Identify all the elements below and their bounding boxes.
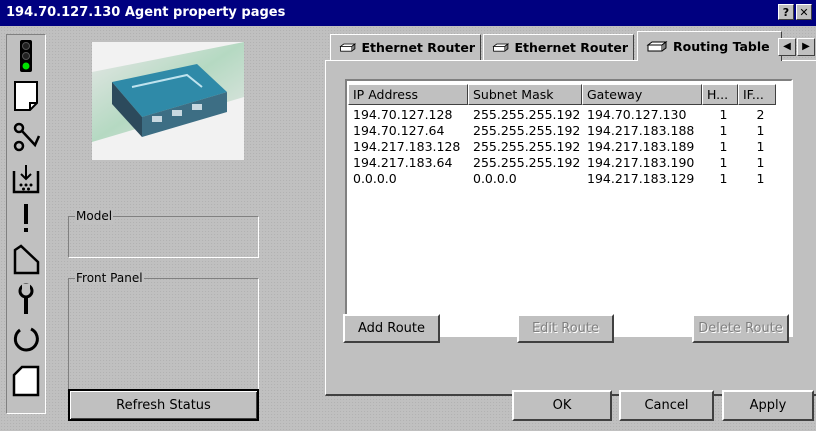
ok-label: OK bbox=[552, 398, 572, 413]
table-row[interactable]: 194.217.183.128 255.255.255.192 194.217.18… bbox=[350, 139, 778, 155]
column-header-gateway[interactable]: Gateway bbox=[582, 84, 702, 105]
sidebar-toolbar bbox=[6, 34, 46, 414]
tab-label: Ethernet Router bbox=[514, 40, 629, 55]
cancel-label: Cancel bbox=[644, 398, 689, 413]
table-cell: 194.217.183.64 bbox=[353, 155, 453, 170]
table-cell: 194.217.183.129 bbox=[587, 171, 695, 186]
edit-route-label: Edit Route bbox=[531, 321, 600, 336]
table-cell: 194.217.183.190 bbox=[587, 155, 695, 170]
table-cell: 194.70.127.130 bbox=[587, 107, 687, 122]
table-cell: 194.217.183.128 bbox=[353, 139, 461, 154]
table-cell: 1 bbox=[756, 123, 765, 138]
table-cell: 1 bbox=[756, 171, 765, 186]
close-button[interactable]: ✕ bbox=[796, 4, 812, 20]
table-row[interactable]: 194.70.127.128 255.255.255.192 194.70.127.… bbox=[350, 107, 778, 123]
ring-network-icon[interactable] bbox=[10, 118, 42, 156]
table-cell: 0.0.0.0 bbox=[353, 171, 397, 186]
routing-table-list[interactable]: IP Address Subnet Mask Gateway H... IF..… bbox=[345, 79, 793, 337]
model-group-label: Model bbox=[75, 209, 114, 223]
apply-button[interactable]: Apply bbox=[722, 390, 814, 421]
corner-shape-icon[interactable] bbox=[10, 240, 42, 278]
ok-button[interactable]: OK bbox=[512, 390, 612, 421]
refresh-status-label: Refresh Status bbox=[116, 397, 211, 413]
edit-route-button[interactable]: Edit Route bbox=[517, 314, 614, 343]
delete-route-label: Delete Route bbox=[698, 321, 783, 336]
circular-arrow-icon[interactable] bbox=[10, 321, 42, 359]
table-row[interactable]: 194.217.183.64 255.255.255.192 194.217.183… bbox=[350, 155, 778, 171]
router-icon bbox=[492, 42, 510, 52]
tab-scroll-left-button[interactable]: ◀ bbox=[778, 38, 796, 56]
delete-route-button[interactable]: Delete Route bbox=[692, 314, 789, 343]
tab-ethernet-router-1[interactable]: Ethernet Router bbox=[330, 34, 481, 60]
apply-label: Apply bbox=[749, 398, 787, 413]
page-icon[interactable] bbox=[10, 77, 42, 115]
table-cell: 194.217.183.189 bbox=[587, 139, 695, 154]
column-header-ip-address[interactable]: IP Address bbox=[348, 84, 468, 105]
device-image bbox=[92, 42, 244, 160]
table-cell: 1 bbox=[719, 139, 728, 154]
cancel-button[interactable]: Cancel bbox=[619, 390, 714, 421]
add-route-button[interactable]: Add Route bbox=[343, 314, 440, 343]
add-route-label: Add Route bbox=[357, 321, 426, 336]
tab-scroll-right-button[interactable]: ▶ bbox=[797, 38, 815, 56]
table-cell: 1 bbox=[756, 155, 765, 170]
exclamation-icon[interactable] bbox=[10, 199, 42, 237]
table-cell: 2 bbox=[756, 107, 765, 122]
column-header-hops[interactable]: H... bbox=[702, 84, 738, 105]
column-header-interface[interactable]: IF... bbox=[738, 84, 776, 105]
window-title: 194.70.127.130 Agent property pages bbox=[6, 5, 286, 20]
table-row[interactable]: 0.0.0.0 0.0.0.0 194.217.183.129 1 1 bbox=[350, 171, 778, 187]
table-cell: 1 bbox=[719, 107, 728, 122]
routing-table-rows: 194.70.127.128 255.255.255.192 194.70.127.… bbox=[350, 107, 778, 187]
table-cell: 255.255.255.192 bbox=[473, 139, 581, 154]
column-header-subnet-mask[interactable]: Subnet Mask bbox=[468, 84, 582, 105]
help-button[interactable]: ? bbox=[778, 4, 794, 20]
table-cell: 1 bbox=[719, 171, 728, 186]
tab-routing-table[interactable]: Routing Table bbox=[637, 31, 782, 61]
router-icon bbox=[339, 42, 357, 52]
table-cell: 255.255.255.192 bbox=[473, 107, 581, 122]
table-cell: 255.255.255.192 bbox=[473, 123, 581, 138]
table-cell: 1 bbox=[719, 123, 728, 138]
traffic-light-icon[interactable] bbox=[10, 37, 42, 75]
table-cell: 1 bbox=[756, 139, 765, 154]
refresh-status-button[interactable]: Refresh Status bbox=[68, 389, 259, 421]
table-cell: 194.70.127.64 bbox=[353, 123, 445, 138]
front-panel-group-label: Front Panel bbox=[75, 271, 144, 285]
table-row[interactable]: 194.70.127.64 255.255.255.192 194.217.183.… bbox=[350, 123, 778, 139]
tab-ethernet-router-2[interactable]: Ethernet Router bbox=[483, 34, 634, 60]
table-cell: 194.70.127.128 bbox=[353, 107, 453, 122]
tab-label: Routing Table bbox=[673, 39, 770, 54]
folded-page-icon[interactable] bbox=[10, 362, 42, 400]
router-icon bbox=[646, 40, 668, 51]
dialog-body: Model Front Panel Refresh Status Etherne… bbox=[0, 26, 816, 431]
table-cell: 1 bbox=[719, 155, 728, 170]
table-cell: 194.217.183.188 bbox=[587, 123, 695, 138]
table-cell: 0.0.0.0 bbox=[473, 171, 517, 186]
title-bar[interactable]: 194.70.127.130 Agent property pages ? ✕ bbox=[0, 0, 816, 26]
download-tray-icon[interactable] bbox=[10, 159, 42, 197]
wrench-icon[interactable] bbox=[10, 280, 42, 318]
tab-label: Ethernet Router bbox=[361, 40, 476, 55]
table-cell: 255.255.255.192 bbox=[473, 155, 581, 170]
